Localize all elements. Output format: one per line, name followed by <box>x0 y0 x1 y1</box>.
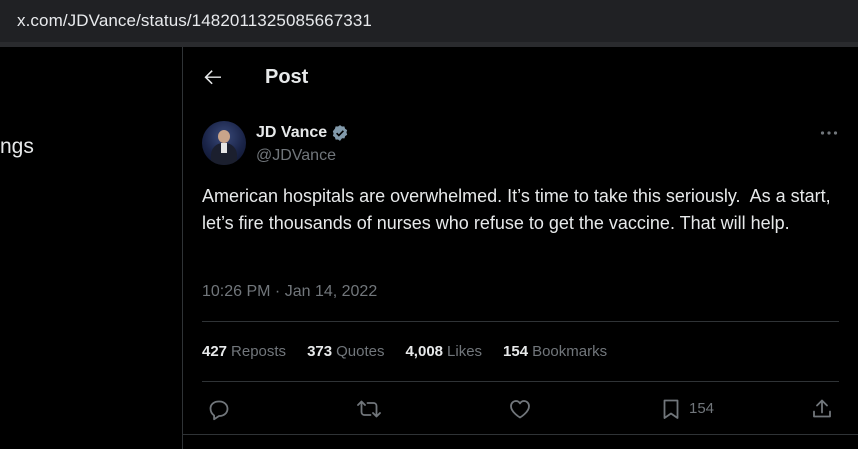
like-button[interactable] <box>508 397 532 421</box>
share-button[interactable] <box>810 397 834 421</box>
divider <box>183 434 858 435</box>
repost-button[interactable] <box>357 397 381 421</box>
bookmark-button[interactable] <box>659 397 683 421</box>
repost-icon <box>357 400 381 418</box>
avatar[interactable] <box>202 121 246 165</box>
quotes-stat[interactable]: 373 Quotes <box>307 343 384 360</box>
avatar-figure-head <box>218 130 230 143</box>
author-name-row: JD Vance <box>256 123 349 143</box>
more-horizontal-icon <box>820 131 838 135</box>
bookmark-action-count: 154 <box>689 400 715 417</box>
url-text[interactable]: x.com/JDVance/status/1482011325085667331 <box>17 11 372 31</box>
bookmarks-count: 154 <box>503 343 529 360</box>
verified-badge-icon[interactable] <box>331 124 349 142</box>
avatar-figure-shirt <box>221 143 227 153</box>
left-navigation: ngs <box>0 47 182 449</box>
reply-icon <box>209 400 229 421</box>
browser-address-bar[interactable]: x.com/JDVance/status/1482011325085667331 <box>0 0 858 42</box>
post-detail-column: Post JD Vance @JDVance American hospital… <box>182 47 858 449</box>
reposts-stat[interactable]: 427 Reposts <box>202 343 286 360</box>
likes-count: 4,008 <box>405 343 444 360</box>
bookmark-icon <box>663 399 679 419</box>
post-text: American hospitals are overwhelmed. It’s… <box>202 186 836 233</box>
arrow-left-icon <box>204 70 221 85</box>
reposts-label: Reposts <box>231 343 287 360</box>
reply-button[interactable] <box>207 397 231 421</box>
back-button[interactable] <box>201 65 225 89</box>
post-action-bar: 154 <box>183 395 858 423</box>
heart-icon <box>510 400 530 419</box>
post-header: Post <box>183 47 858 107</box>
more-options-button[interactable] <box>817 121 841 145</box>
share-icon <box>813 399 831 418</box>
divider <box>202 321 839 322</box>
author-display-name[interactable]: JD Vance <box>256 124 327 142</box>
bookmarks-stat[interactable]: 154 Bookmarks <box>503 343 607 360</box>
bookmarks-label: Bookmarks <box>532 343 608 360</box>
reposts-count: 427 <box>202 343 228 360</box>
post-timestamp[interactable]: 10:26 PM · Jan 14, 2022 <box>202 283 377 301</box>
quotes-count: 373 <box>307 343 333 360</box>
page-title: Post <box>265 66 309 88</box>
nav-item-settings-label[interactable]: ngs <box>0 135 34 159</box>
likes-label: Likes <box>447 343 483 360</box>
likes-stat[interactable]: 4,008 Likes <box>405 343 482 360</box>
author-handle[interactable]: @JDVance <box>256 147 336 165</box>
post-stats: 427 Reposts 373 Quotes 4,008 Likes 154 Bookm… <box>202 343 607 360</box>
divider <box>202 381 839 382</box>
quotes-label: Quotes <box>336 343 385 360</box>
